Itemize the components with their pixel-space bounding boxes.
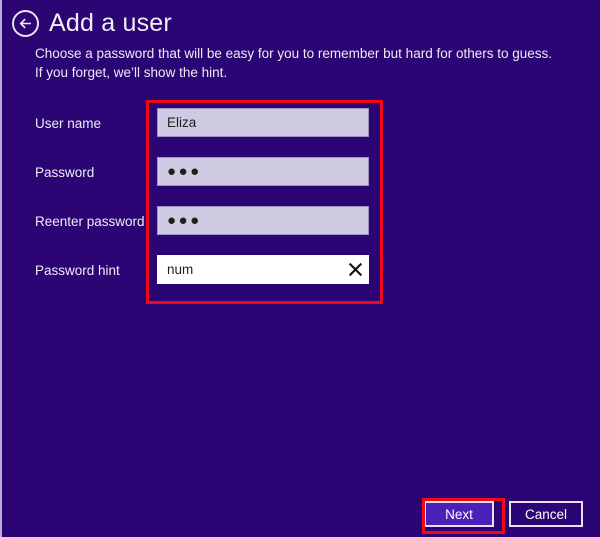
password-hint-input[interactable]: num	[157, 255, 369, 284]
password-hint-input-value: num	[167, 261, 194, 277]
label-username: User name	[35, 116, 102, 131]
close-icon[interactable]	[342, 256, 368, 283]
page-title: Add a user	[49, 9, 172, 37]
password-input-value: ●●●	[167, 163, 202, 180]
form-row-username: User name Eliza	[35, 108, 375, 157]
footer-actions: Next Cancel	[423, 501, 583, 527]
form-row-password-hint: Password hint num	[35, 255, 375, 304]
form-row-password: Password ●●●	[35, 157, 375, 206]
password-input[interactable]: ●●●	[157, 157, 369, 186]
window-header: Add a user	[12, 10, 172, 37]
back-button[interactable]	[12, 10, 39, 37]
username-input[interactable]: Eliza	[157, 108, 369, 137]
label-password: Password	[35, 165, 95, 180]
label-password-hint: Password hint	[35, 263, 120, 278]
next-button[interactable]: Next	[423, 501, 494, 527]
reenter-password-input-value: ●●●	[167, 212, 202, 229]
form-row-reenter-password: Reenter password ●●●	[35, 206, 375, 255]
description-text: Choose a password that will be easy for …	[35, 46, 553, 80]
label-reenter-password: Reenter password	[35, 214, 145, 229]
add-user-window: Add a user Choose a password that will b…	[0, 0, 600, 537]
username-input-value: Eliza	[167, 114, 197, 130]
reenter-password-input[interactable]: ●●●	[157, 206, 369, 235]
cancel-button[interactable]: Cancel	[508, 501, 583, 527]
back-arrow-icon	[18, 16, 33, 31]
user-form: User name Eliza Password ●●● Reenter pas…	[35, 108, 375, 304]
